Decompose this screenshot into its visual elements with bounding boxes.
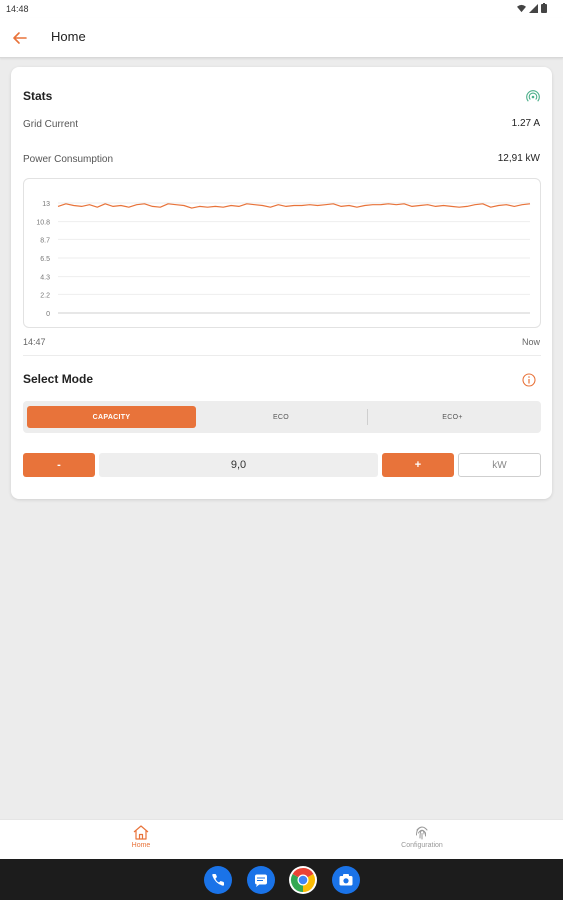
mode-selector: CAPACITY ECO ECO+ (23, 401, 541, 433)
system-dock (0, 859, 563, 900)
chart-y-tick-label: 6.5 (40, 256, 50, 263)
nav-home-label: Home (131, 842, 151, 849)
connection-icon (526, 90, 540, 102)
chart-start-time: 14:47 (23, 337, 46, 347)
messages-icon[interactable] (247, 866, 275, 894)
select-mode-title: Select Mode (23, 372, 94, 386)
status-time: 14:48 (6, 4, 29, 14)
chart-y-tick-label: 10.8 (36, 220, 50, 227)
power-chart-svg: 13 10.8 8.7 6.5 4.3 2.2 0 (36, 201, 531, 318)
status-bar: 14:48 (0, 0, 563, 18)
nav-item-home[interactable]: Home (101, 824, 181, 849)
chart-y-tick-label: 2.2 (40, 292, 50, 299)
battery-status-icon (541, 3, 547, 13)
unit-field: kW (458, 453, 541, 477)
status-icons (517, 3, 547, 13)
decrease-button[interactable]: - (23, 453, 95, 477)
camera-icon[interactable] (332, 866, 360, 894)
bottom-navigation: Home Configuration (0, 819, 563, 859)
power-consumption-label: Power Consumption (23, 154, 114, 165)
chart-y-tick-label: 0 (46, 311, 50, 318)
increase-button[interactable]: + (382, 453, 454, 477)
nav-configuration-label: Configuration (401, 842, 443, 849)
main-card: Stats Grid Current 1.27 A Power Consumpt… (11, 67, 552, 499)
nav-item-configuration[interactable]: Configuration (382, 824, 462, 849)
grid-current-label: Grid Current (23, 119, 79, 130)
chart-end-time: Now (521, 337, 540, 347)
fingerprint-icon (416, 826, 428, 840)
wifi-status-icon (517, 4, 526, 12)
chart-y-tick-label: 13 (42, 201, 50, 208)
chart-y-tick-label: 4.3 (40, 275, 50, 282)
page-title: Home (51, 29, 86, 44)
home-icon (133, 825, 149, 840)
app-bar: Home (0, 18, 563, 58)
power-chart: 13 10.8 8.7 6.5 4.3 2.2 0 (23, 178, 541, 328)
back-arrow-icon[interactable] (12, 30, 28, 46)
grid-current-value: 1.27 A (511, 118, 540, 129)
power-consumption-value: 12,91 kW (497, 153, 540, 164)
power-series-line (57, 203, 531, 209)
phone-icon[interactable] (204, 866, 232, 894)
mode-eco-plus-button[interactable]: ECO+ (368, 406, 537, 428)
chart-y-tick-label: 8.7 (40, 237, 50, 244)
stats-title: Stats (23, 89, 53, 103)
info-icon[interactable] (522, 373, 536, 387)
mode-capacity-button[interactable]: CAPACITY (27, 406, 196, 428)
mode-eco-button[interactable]: ECO (196, 406, 366, 428)
capacity-value-field[interactable]: 9,0 (99, 453, 378, 477)
chrome-icon[interactable] (289, 866, 317, 894)
divider (23, 355, 541, 356)
signal-status-icon (529, 3, 538, 13)
